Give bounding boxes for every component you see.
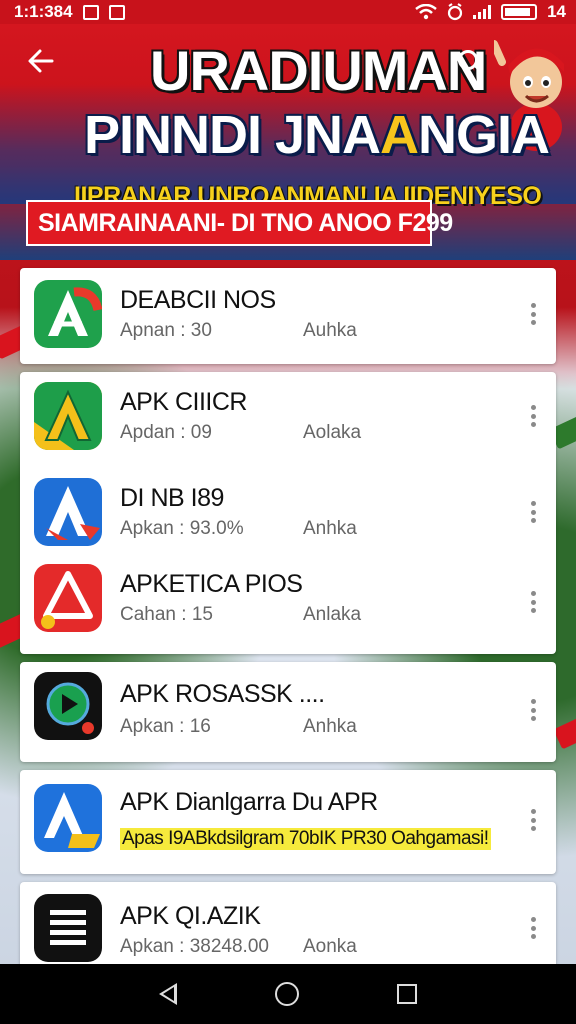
list-item[interactable]: APK ROSASSK .... Apkan : 16 Anhka <box>20 664 556 756</box>
app-name: APK CIIICR <box>120 388 247 416</box>
list-item[interactable]: DI NB I89 Apkan : 93.0% Anhka <box>20 468 556 560</box>
more-options-button[interactable] <box>524 696 542 724</box>
app-icon <box>34 784 102 852</box>
app-icon <box>34 280 102 348</box>
circle-home-icon[interactable] <box>275 982 299 1006</box>
app-meta: Cahan : 15 <box>120 604 213 625</box>
app-meta: Apdan : 09 <box>120 422 212 443</box>
list-item[interactable]: APK Dianlgarra Du APR Apas I9ABkdsilgram… <box>20 774 556 866</box>
back-button[interactable] <box>26 46 62 82</box>
app-icon <box>34 672 102 740</box>
app-card: APK ROSASSK .... Apkan : 16 Anhka <box>20 662 556 762</box>
app-extra: Aonka <box>303 936 357 957</box>
app-logo-icon <box>46 486 100 540</box>
status-time: 1:1:384 <box>14 2 73 21</box>
status-bar: 1:1:384 14 <box>0 0 576 24</box>
banner-title-line2: PINNDI JNAANGIA <box>84 105 550 165</box>
app-card: APK CIIICR Apdan : 09 Aolaka DI NB I89 A… <box>20 372 556 654</box>
app-extra: Aolaka <box>303 422 362 443</box>
app-meta: Apkan : 38248.00 <box>120 936 269 957</box>
signal-icon <box>473 5 492 19</box>
app-icon <box>34 382 102 450</box>
list-item[interactable]: APK CIIICR Apdan : 09 Aolaka <box>20 372 556 464</box>
app-meta: Apnan : 30 <box>120 320 212 341</box>
app-logo-icon <box>34 382 102 450</box>
app-meta: Apkan : 93.0% <box>120 518 244 539</box>
app-extra: Anhka <box>303 518 357 539</box>
app-extra: Anlaka <box>303 604 362 625</box>
app-icon <box>34 564 102 632</box>
notification-icon <box>82 4 99 20</box>
list-icon <box>50 910 86 945</box>
battery-level: 14 <box>547 2 566 21</box>
more-options-button[interactable] <box>524 914 542 942</box>
app-meta: Apkan : 16 <box>120 716 211 737</box>
image-notification-icon <box>108 4 125 20</box>
app-card: APK Dianlgarra Du APR Apas I9ABkdsilgram… <box>20 770 556 874</box>
square-recent-icon[interactable] <box>397 984 417 1004</box>
app-icon <box>34 478 102 546</box>
play-icon <box>46 682 94 734</box>
app-extra: Anhka <box>303 716 357 737</box>
search-button[interactable] <box>456 48 488 80</box>
more-options-button[interactable] <box>524 402 542 430</box>
promo-text: SIAMRAINAANI- DI TNO ANOO F299 <box>38 208 453 237</box>
alarm-icon <box>447 3 463 21</box>
app-icon <box>34 894 102 962</box>
system-navigation-bar <box>0 964 576 1024</box>
app-name: DEABCII NOS <box>120 286 276 314</box>
app-name: DI NB I89 <box>120 484 224 512</box>
app-logo-icon <box>48 287 102 336</box>
more-options-button[interactable] <box>524 588 542 616</box>
app-logo-icon <box>44 792 100 848</box>
more-options-button[interactable] <box>524 498 542 526</box>
app-card: DEABCII NOS Apnan : 30 Auhka <box>20 268 556 364</box>
wifi-icon <box>415 4 437 20</box>
banner-title-line1: URADIUMAN <box>150 39 487 102</box>
header-banner: URADIUMAN PINNDI JNAANGIA IIPRANAR UNROA… <box>0 24 576 260</box>
app-name: APK ROSASSK .... <box>120 680 325 708</box>
app-extra: Auhka <box>303 320 357 341</box>
more-options-button[interactable] <box>524 300 542 328</box>
arrow-left-icon <box>28 49 54 73</box>
app-name: APK Dianlgarra Du APR <box>120 788 378 816</box>
app-logo-icon <box>41 571 93 629</box>
app-card: APK QI.AZIK Apkan : 38248.00 Aonka <box>20 882 556 974</box>
promo-banner[interactable]: SIAMRAINAANI- DI TNO ANOO F299 <box>26 200 453 246</box>
app-name: APKETICA PIOS <box>120 570 303 598</box>
promo-highlight-text: Apas I9ABkdsilgram 70bIK PR30 Oahgamasi! <box>120 828 491 850</box>
app-name: APK QI.AZIK <box>120 902 261 930</box>
list-item[interactable]: APKETICA PIOS Cahan : 15 Anlaka <box>20 558 556 650</box>
more-options-button[interactable] <box>524 806 542 834</box>
list-item[interactable]: DEABCII NOS Apnan : 30 Auhka <box>20 270 556 362</box>
battery-icon <box>501 4 538 20</box>
triangle-back-icon[interactable] <box>159 983 177 1005</box>
